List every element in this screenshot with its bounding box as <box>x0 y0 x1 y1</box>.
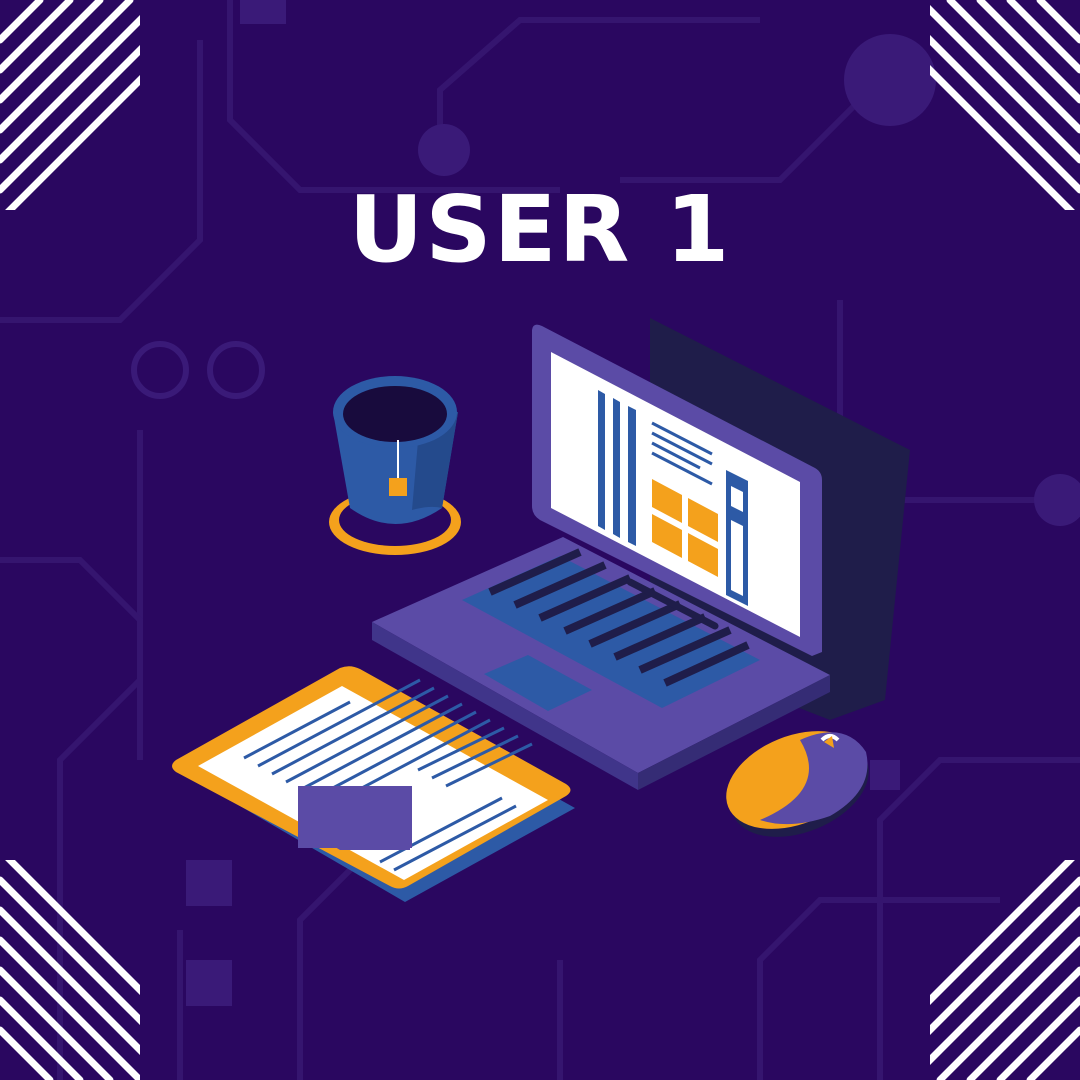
poster: USER 1 <box>0 0 1080 1080</box>
corner-stripes-icon <box>0 0 1080 1080</box>
